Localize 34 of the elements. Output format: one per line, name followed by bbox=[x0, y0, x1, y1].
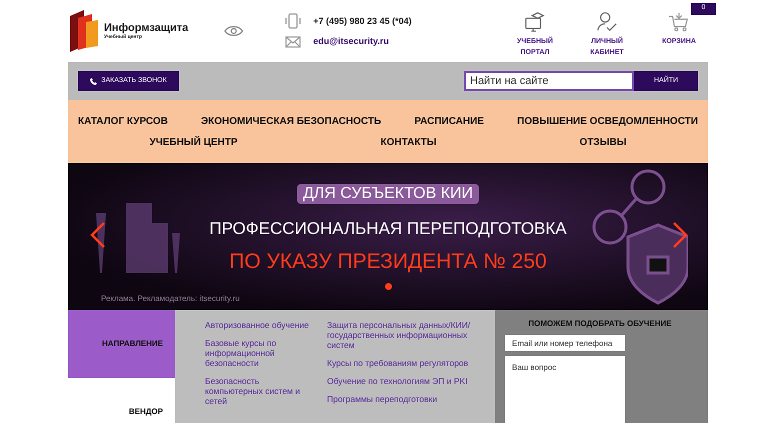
eye-icon[interactable] bbox=[224, 25, 244, 37]
contact-field[interactable]: Email или номер телефона bbox=[505, 335, 625, 352]
course-link[interactable]: Обучение по технологиям ЭП и PKI bbox=[327, 376, 477, 386]
course-link[interactable]: Авторизованное обучение bbox=[205, 320, 315, 330]
question-field[interactable]: Ваш вопрос bbox=[505, 356, 625, 423]
nav-link[interactable]: КАТАЛОГ КУРСОВ bbox=[78, 114, 168, 128]
nav-link[interactable]: УЧЕБНЫЙ ЦЕНТР bbox=[149, 134, 238, 150]
nav-link[interactable]: ЭКОНОМИЧЕСКАЯ БЕЗОПАСНОСТЬ bbox=[201, 114, 382, 128]
course-link[interactable]: Программы переподготовки bbox=[327, 394, 477, 404]
phone-number: +7 (495) 980 23 45 (*04) bbox=[313, 14, 412, 28]
ad-disclaimer: Реклама. Рекламодатель: itsecurity.ru bbox=[101, 293, 240, 305]
course-link[interactable]: Базовые курсы по информационной безопасности bbox=[205, 338, 315, 368]
email-link[interactable]: edu@itsecurity.ru bbox=[313, 35, 389, 49]
computer-cap-icon bbox=[524, 10, 546, 32]
logo-icon bbox=[68, 10, 100, 52]
course-link[interactable]: Защита персональных данных/КИИ/ государственных информационных систем bbox=[327, 320, 477, 350]
logo-name: Информзащита bbox=[104, 22, 188, 34]
search-field[interactable]: Найти на сайте bbox=[464, 71, 634, 91]
cart-icon bbox=[668, 10, 690, 32]
filter-tab[interactable]: НАПРАВЛЕНИЕ bbox=[68, 310, 175, 378]
nav-link[interactable]: ПОВЫШЕНИЕ ОСВЕДОМЛЕННОСТИ bbox=[517, 114, 698, 128]
course-link[interactable]: Безопасность компьютерных систем и сетей bbox=[205, 376, 315, 406]
course-link[interactable]: Курсы по требованиям регуляторов bbox=[327, 358, 477, 368]
banner-title: ПРОФЕССИОНАЛЬНАЯ ПЕРЕПОДГОТОВКА bbox=[209, 218, 567, 240]
banner-highlight: ПО УКАЗУ ПРЕЗИДЕНТА № 250 bbox=[229, 248, 547, 274]
nav-link[interactable]: РАСПИСАНИЕ bbox=[414, 114, 484, 128]
help-form-title: ПОМОЖЕМ ПОДОБРАТЬ ОБУЧЕНИЕ bbox=[527, 318, 673, 330]
nav-link[interactable]: КОНТАКТЫ bbox=[380, 134, 437, 150]
phone-icon bbox=[90, 78, 98, 84]
user-check-icon bbox=[596, 10, 618, 32]
phone-icon bbox=[285, 13, 302, 30]
nav-link[interactable]: ОТЗЫВЫ bbox=[580, 134, 626, 150]
banner-tag: ДЛЯ СУБЪЕКТОВ КИИ bbox=[296, 184, 480, 204]
mail-icon bbox=[285, 36, 302, 48]
